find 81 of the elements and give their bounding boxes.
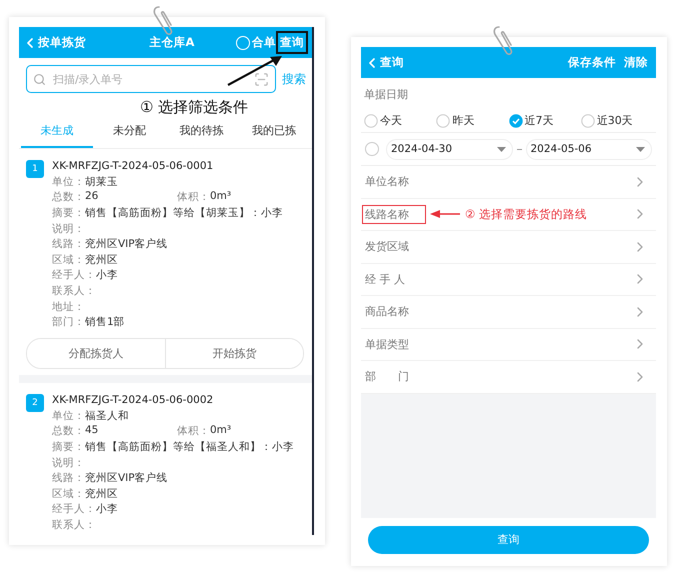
field-label: 单位： (52, 174, 85, 189)
field-label: 体积： (177, 190, 210, 204)
header-action-button[interactable]: 保存条件 (564, 51, 620, 74)
field-value: 小李 (96, 502, 118, 516)
order-index-badge: 1 (26, 160, 44, 178)
field-label: 联系人： (52, 284, 96, 298)
field-value: 胡莱玉 (85, 174, 118, 189)
field-label: 经手人： (52, 268, 96, 282)
merge-label: 合单 (252, 35, 276, 50)
section-title: 单据日期 (363, 87, 409, 103)
header-action-button[interactable]: 清除 (620, 51, 652, 74)
merge-radio[interactable] (236, 36, 250, 50)
field-value: 销售【高筋面粉】等给【福圣人和】：小李 (85, 440, 294, 454)
filter-label: 发货区域 (364, 239, 410, 256)
tab[interactable]: 未分配 (93, 114, 166, 148)
date-option[interactable]: 今天 (364, 113, 436, 128)
field-label: 经手人： (52, 502, 96, 516)
field-label: 区域： (52, 252, 85, 267)
field-label: 部门： (52, 315, 85, 330)
search-button[interactable]: 搜索 (282, 70, 306, 88)
annotation-arrow (226, 53, 284, 87)
field-value: 26 (85, 190, 98, 204)
paperclip-icon (491, 24, 515, 58)
field-value: 兖州区VIP客户线 (85, 471, 168, 486)
order-number: XK-MRFZJG-T-2024-05-06-0001 (52, 159, 214, 174)
order-index-badge: 2 (26, 394, 44, 412)
field-label: 联系人： (52, 518, 96, 532)
filter-label: 经 手 人 (364, 272, 406, 288)
field-label: 总数： (52, 424, 85, 438)
search-input[interactable]: 扫描/录入单号 (51, 72, 249, 86)
order-action-button[interactable]: 开始拣货 (164, 338, 303, 368)
field-value: 0m³ (210, 424, 232, 438)
date-select[interactable]: 2024-05-06 (526, 138, 652, 160)
submit-button[interactable]: 查询 (368, 526, 649, 554)
field-label: 线路： (52, 471, 85, 486)
field-value: 销售【高筋面粉】等给【胡莱玉】：小李 (85, 206, 283, 220)
field-value: 45 (85, 424, 98, 438)
paperclip-icon (151, 4, 175, 38)
back-button[interactable]: 查询 (364, 54, 404, 70)
field-label: 区域： (52, 486, 85, 501)
back-button[interactable]: 按单拣货 (22, 34, 86, 50)
tab[interactable]: 我的待拣 (166, 114, 238, 148)
field-value: 销售1部 (85, 315, 125, 330)
field-value: 兖州区 (85, 486, 118, 501)
annotation-text: ② 选择需要拣货的路线 (465, 206, 587, 222)
tab[interactable]: 我的已拣 (238, 114, 310, 148)
filter-label: 单位名称 (364, 174, 410, 190)
field-label: 单位： (52, 408, 85, 423)
field-value: 小李 (96, 268, 118, 282)
field-label: 说明： (52, 456, 85, 470)
filter-label: 部 门 (364, 369, 410, 386)
field-value: 兖州区 (85, 252, 118, 267)
field-label: 线路： (52, 237, 85, 252)
tab[interactable]: 未生成 (21, 114, 94, 148)
field-label: 体积： (177, 424, 210, 438)
range-radio[interactable] (365, 142, 379, 156)
filter-label: 单据类型 (364, 336, 410, 353)
field-label: 摘要： (52, 440, 85, 454)
search-icon (33, 72, 46, 86)
field-label: 说明： (52, 222, 85, 236)
field-label: 总数： (52, 190, 85, 204)
date-select[interactable]: 2024-04-30 (386, 138, 512, 160)
scan-icon (254, 72, 269, 86)
query-button[interactable]: 查询 (276, 31, 308, 54)
date-option[interactable]: 近7天 (508, 113, 581, 128)
filter-label: 商品名称 (364, 304, 410, 320)
search-field[interactable]: 扫描/录入单号 (26, 65, 276, 93)
dropdown-triangle-icon (636, 146, 645, 152)
date-option[interactable]: 昨天 (436, 113, 508, 128)
field-label: 地址： (52, 300, 85, 314)
annotation-arrow (430, 210, 460, 218)
field-value: 兖州区VIP客户线 (85, 237, 168, 252)
filter-label: 线路名称 (362, 204, 426, 224)
header-title: 主仓库A (148, 35, 196, 50)
field-label: 摘要： (52, 206, 85, 220)
annotation-text: ① 选择筛选条件 (140, 100, 248, 114)
field-value: 0m³ (210, 190, 232, 204)
dropdown-triangle-icon (496, 146, 506, 152)
order-number: XK-MRFZJG-T-2024-05-06-0002 (52, 392, 214, 408)
date-option[interactable]: 近30天 (580, 113, 653, 128)
field-value: 福圣人和 (85, 408, 129, 423)
